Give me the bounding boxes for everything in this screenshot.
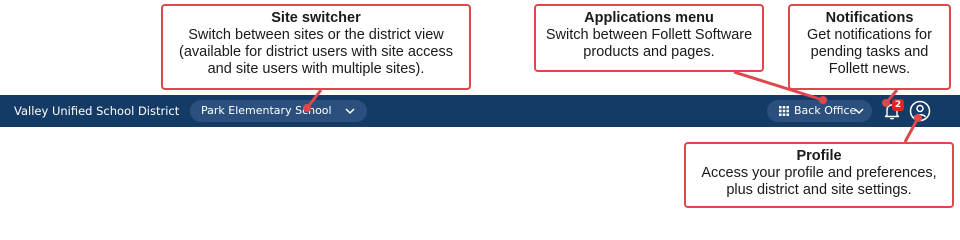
callout-line: plus district and site settings. xyxy=(726,182,912,198)
applications-menu-callout: Applications menu Switch between Follett… xyxy=(534,4,764,72)
top-navigation-bar: Valley Unified School District Park Elem… xyxy=(0,95,960,127)
applications-menu-label: Back Office xyxy=(794,104,857,117)
callout-title: Site switcher xyxy=(271,10,361,26)
callout-line: Switch between Follett Software xyxy=(545,27,753,43)
callout-line: and site users with multiple sites). xyxy=(207,61,425,77)
notification-count-badge: 2 xyxy=(892,99,904,111)
notifications-callout: Notifications Get notifications for pend… xyxy=(788,4,951,90)
district-name: Valley Unified School District xyxy=(14,104,180,118)
callout-title: Notifications xyxy=(825,10,914,26)
site-switcher-select[interactable]: Park Elementary School xyxy=(190,100,367,122)
callout-line: pending tasks and xyxy=(810,44,929,60)
callout-line: Follett news. xyxy=(828,61,911,77)
callout-title: Applications menu xyxy=(584,10,714,26)
callout-title: Profile xyxy=(796,148,842,164)
grid-icon xyxy=(779,106,789,116)
chevron-down-icon xyxy=(345,108,355,115)
chevron-down-icon xyxy=(854,108,864,115)
callout-line: products and pages. xyxy=(583,44,715,60)
applications-menu-button[interactable]: Back Office xyxy=(767,100,872,122)
site-select-value: Park Elementary School xyxy=(201,104,332,117)
callout-line: Switch between sites or the district vie… xyxy=(188,27,444,43)
callout-line: Access your profile and preferences, xyxy=(701,165,937,181)
user-circle-icon[interactable] xyxy=(909,100,931,122)
site-switcher-callout: Site switcher Switch between sites or th… xyxy=(161,4,471,90)
profile-callout: Profile Access your profile and preferen… xyxy=(684,142,954,208)
callout-line: (available for district users with site … xyxy=(179,44,453,60)
callout-line: Get notifications for xyxy=(807,27,932,43)
